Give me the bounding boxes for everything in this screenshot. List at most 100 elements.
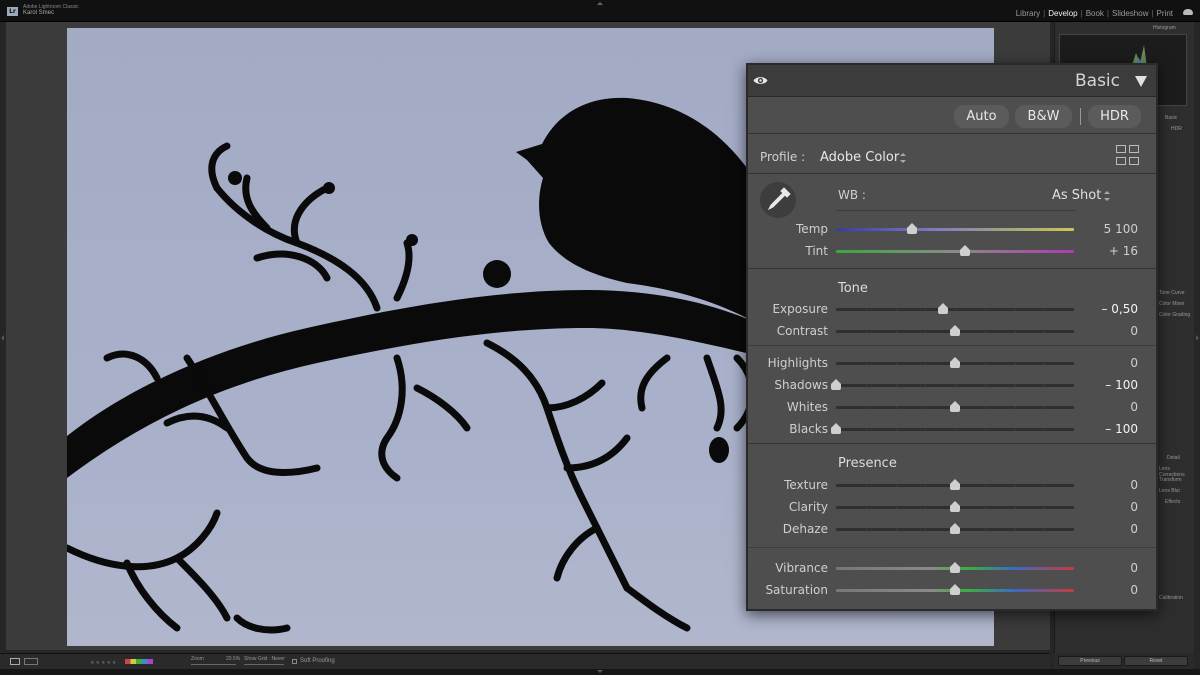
saturation-slider-thumb[interactable] [949, 584, 961, 595]
divider [748, 173, 1156, 174]
shadows-value[interactable]: – 100 [1105, 378, 1138, 392]
texture-value[interactable]: 0 [1130, 478, 1138, 492]
zoom-slider[interactable] [191, 664, 236, 665]
collapse-right-panel-icon[interactable] [1196, 335, 1199, 341]
tint-value[interactable]: + 16 [1109, 244, 1138, 258]
profile-updown-icon[interactable] [900, 153, 906, 163]
contrast-slider-thumb[interactable] [949, 325, 961, 336]
color-grading-section[interactable]: Color Grading [1159, 312, 1190, 318]
slider-tick [896, 406, 897, 409]
grid-slider[interactable] [244, 664, 284, 665]
vibrance-slider-thumb[interactable] [949, 562, 961, 573]
whites-value[interactable]: 0 [1130, 400, 1138, 414]
exposure-ticks [836, 308, 1074, 311]
histogram-label[interactable]: Histogram [1153, 25, 1176, 31]
temp-slider-track[interactable] [836, 228, 1074, 231]
vibrance-label: Vibrance [775, 561, 828, 575]
whites-slider-thumb[interactable] [949, 401, 961, 412]
color-mixer-section[interactable]: Color Mixer [1159, 301, 1185, 307]
profile-select[interactable]: Adobe Color [820, 150, 899, 165]
contrast-value[interactable]: 0 [1130, 324, 1138, 338]
exposure-slider-thumb[interactable] [937, 303, 949, 314]
collapse-filmstrip-icon[interactable] [597, 670, 603, 673]
wb-updown-icon[interactable] [1104, 191, 1110, 201]
lens-blur-section[interactable]: Lens Blur [1159, 488, 1180, 494]
mini-hdr-button[interactable]: HDR [1171, 126, 1182, 132]
effects-section[interactable]: Effects [1165, 499, 1180, 505]
hdr-button[interactable]: HDR [1088, 105, 1141, 128]
expand-left-panel-icon[interactable] [1, 335, 4, 341]
module-slideshow[interactable]: Slideshow [1109, 9, 1151, 18]
presence-section-title: Presence [838, 456, 897, 471]
slider-tick [955, 384, 956, 387]
whites-label: Whites [786, 400, 828, 414]
slider-tick [1044, 330, 1045, 333]
divider [748, 268, 1156, 269]
collapse-top-panel-icon[interactable] [597, 2, 603, 5]
eye-icon[interactable] [753, 75, 768, 86]
saturation-value[interactable]: 0 [1130, 583, 1138, 597]
collapse-triangle-icon[interactable] [1135, 76, 1147, 87]
tone-curve-section[interactable]: Tone Curve [1159, 290, 1185, 296]
identity-plate: Karol Smec [23, 10, 55, 16]
temp-value[interactable]: 5 100 [1104, 222, 1138, 236]
basic-panel-header[interactable]: Basic [748, 65, 1156, 97]
slider-tick [866, 428, 867, 431]
color-labels[interactable] [125, 659, 153, 664]
slider-tick [866, 384, 867, 387]
dehaze-value[interactable]: 0 [1130, 522, 1138, 536]
before-after-icon[interactable] [24, 658, 38, 665]
slider-tick [925, 308, 926, 311]
clarity-value[interactable]: 0 [1130, 500, 1138, 514]
basic-panel: Basic Auto B&W HDR Profile : Adobe Color… [746, 63, 1158, 611]
auto-button[interactable]: Auto [954, 105, 1009, 128]
slider-tick [925, 406, 926, 409]
lightroom-logo: Lr [7, 7, 18, 16]
dehaze-slider-thumb[interactable] [949, 523, 961, 534]
module-print[interactable]: Print [1154, 9, 1176, 18]
slider-tick [985, 330, 986, 333]
slider-tick [896, 308, 897, 311]
clarity-slider-thumb[interactable] [949, 501, 961, 512]
zoom-label: Zoom [191, 656, 204, 662]
slider-tick [985, 384, 986, 387]
soft-proofing-checkbox[interactable] [292, 659, 297, 664]
temp-slider-thumb[interactable] [906, 223, 918, 234]
transform-section[interactable]: Transform [1159, 477, 1182, 483]
profile-browser-icon[interactable] [1116, 145, 1140, 166]
texture-slider-thumb[interactable] [949, 479, 961, 490]
bw-button[interactable]: B&W [1015, 105, 1072, 128]
tint-slider-thumb[interactable] [959, 245, 971, 256]
shadows-slider-thumb[interactable] [830, 379, 842, 390]
slider-tick [866, 330, 867, 333]
cloud-sync-icon[interactable] [1183, 9, 1193, 15]
mini-basic-label[interactable]: Basic [1165, 115, 1177, 121]
slider-tick [1044, 406, 1045, 409]
highlights-value[interactable]: 0 [1130, 356, 1138, 370]
slider-tick [1044, 428, 1045, 431]
soft-proofing-label: Soft Proofing [300, 658, 335, 664]
slider-tick [985, 528, 986, 531]
detail-section[interactable]: Detail [1167, 455, 1180, 461]
blacks-value[interactable]: – 100 [1105, 422, 1138, 436]
wb-select[interactable]: As Shot [1052, 188, 1101, 203]
previous-button[interactable]: Previous [1058, 656, 1122, 666]
reset-button[interactable]: Reset [1124, 656, 1188, 666]
module-library[interactable]: Library [1013, 9, 1043, 18]
loupe-view-icon[interactable] [10, 658, 20, 665]
module-book[interactable]: Book [1083, 9, 1107, 18]
highlights-slider-thumb[interactable] [949, 357, 961, 368]
exposure-value[interactable]: – 0,50 [1101, 302, 1138, 316]
calibration-section[interactable]: Calibration [1159, 595, 1183, 601]
rating-stars[interactable]: ★★★★★ [90, 660, 117, 666]
tint-slider-track[interactable] [836, 250, 1074, 253]
slider-tick [925, 384, 926, 387]
show-grid-label[interactable]: Show Grid : Never [244, 656, 285, 662]
vibrance-value[interactable]: 0 [1130, 561, 1138, 575]
slider-tick [1015, 484, 1016, 487]
blacks-slider-thumb[interactable] [830, 423, 842, 434]
slider-tick [1044, 384, 1045, 387]
slider-tick [955, 428, 956, 431]
wb-eyedropper-icon[interactable] [760, 182, 796, 218]
module-develop[interactable]: Develop [1045, 9, 1080, 18]
